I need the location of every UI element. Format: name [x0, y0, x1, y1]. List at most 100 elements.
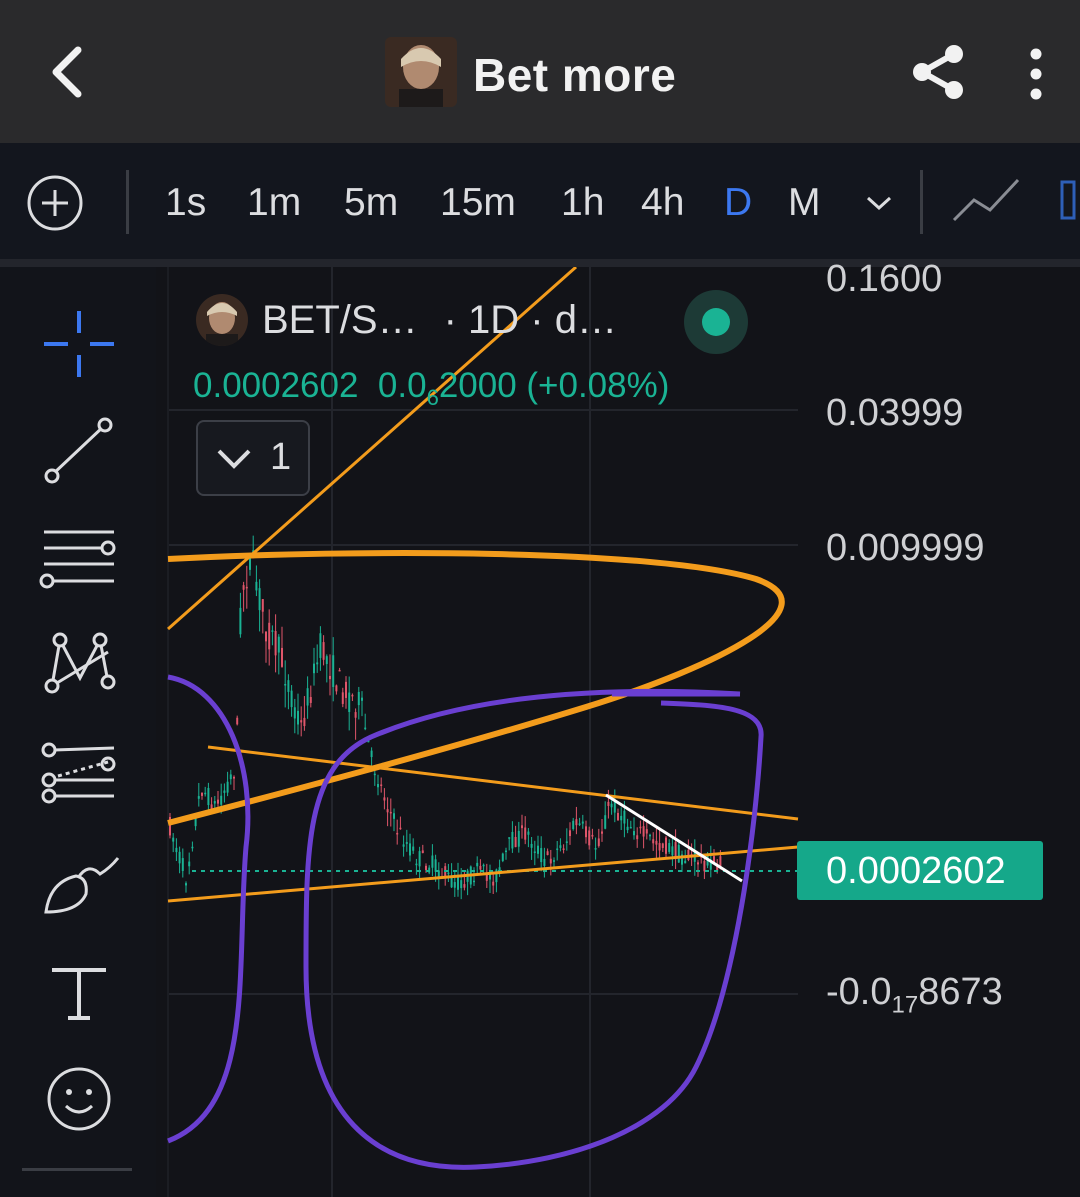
- legend-avatar: [196, 294, 248, 346]
- tf-4h[interactable]: 4h: [641, 181, 684, 225]
- candle-body: [341, 692, 344, 704]
- pattern-icon[interactable]: [38, 628, 120, 710]
- legend-symbol-text: BET/S…: [262, 298, 418, 342]
- candle-body: [265, 631, 267, 642]
- candle-body: [674, 842, 677, 859]
- candle-body: [591, 834, 594, 837]
- legend-change-prefix: 0.0: [377, 366, 427, 405]
- candle-body: [642, 826, 645, 837]
- candle-body: [649, 834, 651, 837]
- candle-body: [597, 838, 600, 846]
- candle-body: [226, 781, 229, 793]
- candle-body: [213, 801, 216, 804]
- candle-body: [655, 840, 658, 845]
- live-status-indicator: [684, 290, 748, 354]
- chevron-down-icon: [217, 449, 251, 469]
- candle-body: [524, 827, 527, 840]
- candle-body: [354, 712, 357, 718]
- candle-body: [658, 843, 661, 851]
- candle-body: [178, 851, 181, 864]
- fib-retracement-icon[interactable]: [38, 736, 120, 818]
- candle-body: [306, 688, 309, 706]
- tf-1h[interactable]: 1h: [561, 181, 604, 225]
- candle-body: [505, 850, 507, 853]
- trend-line-icon[interactable]: [38, 412, 120, 494]
- candle-body: [405, 842, 408, 844]
- crosshair-icon[interactable]: [38, 303, 120, 385]
- current-price-tag: 0.0002602: [797, 841, 1043, 900]
- candle-body: [277, 636, 280, 653]
- legend-interval: · 1D · d…: [443, 298, 617, 342]
- candle-body: [453, 882, 456, 888]
- candle-body: [697, 862, 699, 865]
- candle-body: [207, 787, 210, 806]
- candle-body: [540, 848, 543, 863]
- tf-1m[interactable]: 1m: [247, 181, 301, 225]
- candle-body: [569, 830, 571, 837]
- candle-body: [633, 831, 635, 836]
- candle-body: [511, 831, 514, 849]
- candle-body: [185, 883, 187, 886]
- candle-body: [290, 690, 293, 708]
- candle-body: [585, 826, 587, 838]
- line-chart-icon[interactable]: [950, 172, 1022, 228]
- candle-body: [594, 848, 597, 850]
- candle-body: [517, 830, 520, 847]
- more-vertical-icon[interactable]: [1016, 44, 1056, 104]
- brush-icon[interactable]: [38, 846, 120, 928]
- current-price: 0.0002602: [826, 850, 1006, 892]
- tf-M[interactable]: M: [788, 181, 821, 225]
- chevron-left-icon[interactable]: [40, 42, 100, 102]
- candle-body: [313, 663, 315, 674]
- neg-prefix: -0.0: [826, 971, 892, 1013]
- candle-body: [501, 853, 504, 862]
- candle-body: [434, 859, 437, 872]
- candle-body: [396, 832, 399, 835]
- tf-5m[interactable]: 5m: [344, 181, 398, 225]
- candle-body: [530, 843, 533, 848]
- tf-1s[interactable]: 1s: [165, 181, 206, 225]
- candle-body: [293, 707, 296, 719]
- candle-body: [393, 813, 395, 819]
- candle-body: [329, 675, 331, 680]
- candle-body: [271, 630, 274, 632]
- price-axis-label-negative: -0.0178673: [826, 971, 1003, 1020]
- candle-body: [383, 797, 386, 801]
- candle-body: [217, 799, 219, 804]
- candle-body: [261, 599, 264, 612]
- candle-body: [476, 862, 479, 867]
- candle-body: [297, 710, 299, 725]
- tf-D[interactable]: D: [724, 181, 752, 225]
- candle-chart-icon[interactable]: [1058, 172, 1080, 228]
- legend-symbol[interactable]: BET/S… · 1D · d…: [262, 298, 617, 343]
- candle-body: [242, 585, 245, 590]
- emoji-icon[interactable]: [38, 1058, 120, 1140]
- toolbar-bottom-divider: [22, 1168, 132, 1171]
- candle-body: [338, 669, 341, 672]
- candle-body: [508, 837, 511, 839]
- candle-body: [601, 831, 603, 834]
- candle-body: [668, 843, 671, 852]
- horizontal-lines-icon[interactable]: [38, 520, 120, 602]
- candle-body: [345, 681, 347, 698]
- app-header: Bet more: [0, 0, 1080, 143]
- text-icon[interactable]: [38, 956, 120, 1038]
- candle-body: [447, 872, 450, 875]
- legend-change-suffix: 2000 (+0.08%): [438, 366, 670, 405]
- tf-15m[interactable]: 15m: [440, 181, 516, 225]
- candle-body: [677, 844, 680, 863]
- candle-body: [233, 776, 235, 779]
- candle-body: [332, 655, 335, 688]
- candle-body: [572, 820, 575, 830]
- candle-body: [357, 691, 360, 706]
- candle-body: [229, 774, 232, 780]
- collapse-legend-button[interactable]: 1: [196, 420, 310, 496]
- candle-body: [223, 790, 226, 793]
- candle-body: [188, 861, 191, 867]
- add-circle-icon[interactable]: [26, 174, 84, 232]
- toolbar-divider: [126, 170, 129, 234]
- chevron-down-icon[interactable]: [862, 188, 896, 218]
- candle-body: [562, 848, 565, 850]
- share-icon[interactable]: [906, 40, 970, 104]
- candle-body: [409, 843, 411, 856]
